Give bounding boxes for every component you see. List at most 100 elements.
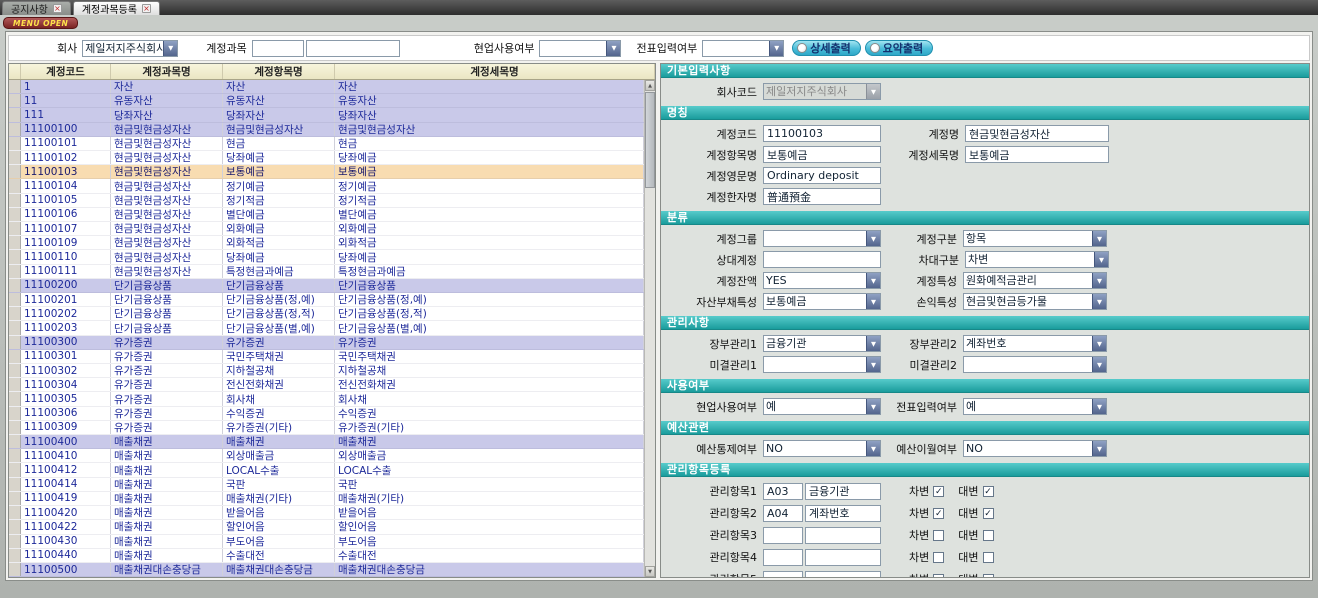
company-select[interactable]: 제일저지주식회사 ▼ xyxy=(82,40,178,57)
row-selector[interactable] xyxy=(9,194,21,207)
ledger-mgmt2-select[interactable]: 계좌번호 ▼ xyxy=(963,335,1107,352)
grid-cell[interactable]: 유가증권 xyxy=(111,336,223,349)
table-row[interactable]: 11100103현금및현금성자산보통예금보통예금 xyxy=(9,165,644,179)
table-row[interactable]: 1자산자산자산 xyxy=(9,80,644,94)
row-selector[interactable] xyxy=(9,378,21,391)
row-selector[interactable] xyxy=(9,478,21,491)
grid-cell[interactable]: 매출채권 xyxy=(111,492,223,505)
row-selector[interactable] xyxy=(9,449,21,462)
slip-entry-select[interactable]: 예 ▼ xyxy=(963,398,1107,415)
row-selector[interactable] xyxy=(9,108,21,121)
field-use-select[interactable]: 예 ▼ xyxy=(763,398,881,415)
table-row[interactable]: 11100202단기금융상품단기금융상품(정,적)단기금융상품(정,적) xyxy=(9,307,644,321)
grid-cell[interactable]: 11100105 xyxy=(21,194,111,207)
row-selector[interactable] xyxy=(9,151,21,164)
grid-cell[interactable]: 11100110 xyxy=(21,250,111,263)
grid-cell[interactable]: 단기금융상품(정,예) xyxy=(335,293,644,306)
tab-account-registration[interactable]: 계정과목등록 × xyxy=(73,1,160,15)
mgmt-item-code-input[interactable] xyxy=(763,505,803,522)
credit-checkbox[interactable] xyxy=(983,552,994,563)
grid-cell[interactable]: 수익증권 xyxy=(335,407,644,420)
row-selector[interactable] xyxy=(9,492,21,505)
row-selector[interactable] xyxy=(9,236,21,249)
grid-cell[interactable]: LOCAL수출 xyxy=(335,463,644,476)
row-selector[interactable] xyxy=(9,392,21,405)
table-row[interactable]: 11100111현금및현금성자산특정현금과예금특정현금과예금 xyxy=(9,265,644,279)
table-row[interactable]: 11100412매출채권LOCAL수출LOCAL수출 xyxy=(9,463,644,477)
grid-cell[interactable]: 유동자산 xyxy=(223,94,335,107)
mgmt-item-name-input[interactable] xyxy=(805,483,881,500)
grid-cell[interactable]: 11100106 xyxy=(21,208,111,221)
grid-cell[interactable]: 국판 xyxy=(335,478,644,491)
account-code-input[interactable] xyxy=(252,40,304,57)
english-name-field[interactable] xyxy=(763,167,881,184)
grid-cell[interactable]: 단기금융상품 xyxy=(223,279,335,292)
grid-cell[interactable]: 받을어음 xyxy=(335,506,644,519)
grid-cell[interactable]: 받을어음 xyxy=(223,506,335,519)
grid-cell[interactable]: 수출대전 xyxy=(223,549,335,562)
grid-cell[interactable]: 11100309 xyxy=(21,421,111,434)
row-selector[interactable] xyxy=(9,307,21,320)
table-row[interactable]: 11100309유가증권유가증권(기타)유가증권(기타) xyxy=(9,421,644,435)
grid-cell[interactable]: 매출채권(기타) xyxy=(335,492,644,505)
grid-cell[interactable]: 11100202 xyxy=(21,307,111,320)
scroll-down-icon[interactable]: ▼ xyxy=(645,566,655,577)
grid-cell[interactable]: 지하철공채 xyxy=(335,364,644,377)
grid-cell[interactable]: 외화예금 xyxy=(335,222,644,235)
grid-cell[interactable]: 매출채권 xyxy=(111,449,223,462)
grid-cell[interactable]: 11100419 xyxy=(21,492,111,505)
grid-cell[interactable]: 단기금융상품 xyxy=(111,307,223,320)
row-selector[interactable] xyxy=(9,563,21,576)
table-row[interactable]: 11100500매출채권대손충당금매출채권대손충당금매출채권대손충당금 xyxy=(9,563,644,577)
row-selector[interactable] xyxy=(9,549,21,562)
grid-cell[interactable]: 11100100 xyxy=(21,123,111,136)
grid-cell[interactable]: 11100302 xyxy=(21,364,111,377)
pending-mgmt2-select[interactable]: ▼ xyxy=(963,356,1107,373)
summary-print-button[interactable]: 요약출력 xyxy=(865,40,933,56)
grid-cell[interactable]: 현금및현금성자산 xyxy=(111,222,223,235)
scrollbar-thumb[interactable] xyxy=(645,92,655,188)
grid-cell[interactable]: 정기적금 xyxy=(223,194,335,207)
row-selector[interactable] xyxy=(9,321,21,334)
grid-cell[interactable]: 현금 xyxy=(335,137,644,150)
grid-cell[interactable]: 현금및현금성자산 xyxy=(111,194,223,207)
debit-checkbox[interactable] xyxy=(933,530,944,541)
account-code-field[interactable] xyxy=(763,125,881,142)
grid-cell[interactable]: 유동자산 xyxy=(111,94,223,107)
grid-cell[interactable]: 자산 xyxy=(111,80,223,93)
grid-cell[interactable]: 당좌자산 xyxy=(111,108,223,121)
grid-cell[interactable]: 정기적금 xyxy=(335,194,644,207)
grid-cell[interactable]: 11 xyxy=(21,94,111,107)
row-selector[interactable] xyxy=(9,506,21,519)
field-use-select[interactable]: ▼ xyxy=(539,40,621,57)
account-group-select[interactable]: ▼ xyxy=(763,230,881,247)
table-row[interactable]: 11100102현금및현금성자산당좌예금당좌예금 xyxy=(9,151,644,165)
grid-cell[interactable]: 단기금융상품(정,예) xyxy=(223,293,335,306)
grid-cell[interactable]: 매출채권대손충당금 xyxy=(111,563,223,576)
grid-cell[interactable]: 매출채권 xyxy=(335,435,644,448)
grid-cell[interactable]: 현금및현금성자산 xyxy=(335,123,644,136)
mgmt-item-name-input[interactable] xyxy=(805,527,881,544)
grid-cell[interactable]: 11100400 xyxy=(21,435,111,448)
grid-cell[interactable]: 11100101 xyxy=(21,137,111,150)
counter-account-field[interactable] xyxy=(763,251,881,268)
table-row[interactable]: 11유동자산유동자산유동자산 xyxy=(9,94,644,108)
debit-credit-division-select[interactable]: 차변 ▼ xyxy=(965,251,1109,268)
budget-control-select[interactable]: NO ▼ xyxy=(763,440,881,457)
grid-cell[interactable]: 정기예금 xyxy=(223,179,335,192)
grid-cell[interactable]: 당좌예금 xyxy=(335,250,644,263)
account-name-input[interactable] xyxy=(306,40,400,57)
grid-cell[interactable]: 11100109 xyxy=(21,236,111,249)
table-row[interactable]: 11100109현금및현금성자산외화적금외화적금 xyxy=(9,236,644,250)
grid-cell[interactable]: 수출대전 xyxy=(335,549,644,562)
table-row[interactable]: 11100101현금및현금성자산현금현금 xyxy=(9,137,644,151)
grid-cell[interactable]: 현금 xyxy=(223,137,335,150)
credit-checkbox[interactable] xyxy=(983,530,994,541)
grid-cell[interactable]: 11100430 xyxy=(21,535,111,548)
grid-cell[interactable]: 유가증권 xyxy=(111,364,223,377)
grid-cell[interactable]: 11100420 xyxy=(21,506,111,519)
grid-cell[interactable]: 매출채권 xyxy=(111,506,223,519)
grid-cell[interactable]: 유가증권 xyxy=(111,350,223,363)
grid-cell[interactable]: 단기금융상품 xyxy=(335,279,644,292)
grid-cell[interactable]: 11100201 xyxy=(21,293,111,306)
